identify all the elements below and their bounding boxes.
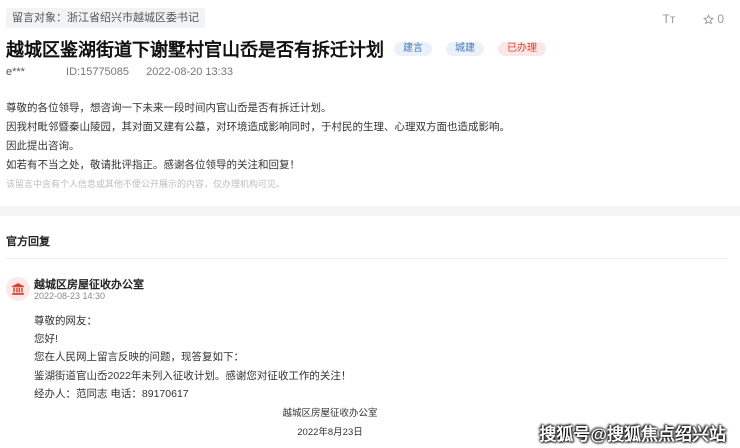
body-line: 如若有不当之处，敬请批评指正。感谢各位领导的关注和回复！ xyxy=(6,159,300,171)
watermark: 搜狐号@搜狐焦点绍兴站 xyxy=(539,425,726,444)
government-building-icon xyxy=(12,283,24,295)
reply-line: 经办人：范同志 电话：89170617 xyxy=(34,387,189,400)
message-id: ID:15775085 xyxy=(66,66,130,78)
message-card: 留言对象：浙江省绍兴市越城区委书记 Tт 0 越城区鉴湖街道下谢墅村官山岙是否有… xyxy=(0,0,740,206)
reply-signature-office: 越城区房屋征收办公室 xyxy=(282,408,378,419)
target-label: 留言对象： xyxy=(12,12,67,24)
tag-suggestion[interactable]: 建言 xyxy=(394,42,432,56)
message-title: 越城区鉴湖街道下谢墅村官山岙是否有拆迁计划 xyxy=(6,40,384,60)
title-row: 越城区鉴湖街道下谢墅村官山岙是否有拆迁计划 建言 城建 已办理 xyxy=(6,36,546,62)
font-size-button[interactable]: Tт xyxy=(662,12,675,26)
star-icon xyxy=(703,13,715,24)
favorite-button[interactable]: 0 xyxy=(703,12,724,26)
body-line: 尊敬的各位领导，想咨询一下未来一段时间内官山岙是否有拆迁计划。 xyxy=(6,102,332,114)
body-line: 因此提出咨询。 xyxy=(6,140,80,152)
reply-line: 您在人民网上留言反映的问题，现答复如下： xyxy=(34,351,244,364)
reply-office-name: 越城区房屋征收办公室 xyxy=(34,279,144,291)
tag-status: 已办理 xyxy=(498,42,546,56)
divider xyxy=(6,258,728,259)
avatar xyxy=(6,277,30,301)
font-size-icon: Tт xyxy=(662,12,676,26)
reply-body: 尊敬的网友： 您好! 您在人民网上留言反映的问题，现答复如下： 鉴湖街道官山岙2… xyxy=(34,312,351,403)
tag-construction[interactable]: 城建 xyxy=(446,42,484,56)
reply-line: 尊敬的网友： xyxy=(34,315,97,327)
reply-section-title: 官方回复 xyxy=(6,236,50,248)
message-date: 2022-08-20 13:33 xyxy=(146,66,233,78)
message-meta: e*** ID:15775085 2022-08-20 13:33 xyxy=(6,66,233,78)
message-target: 留言对象：浙江省绍兴市越城区委书记 xyxy=(6,8,205,28)
reply-line: 您好! xyxy=(34,333,58,346)
reply-line: 鉴湖街道官山岙2022年未列入征收计划。感谢您对征收工作的关注！ xyxy=(34,369,352,382)
target-value: 浙江省绍兴市越城区委书记 xyxy=(67,12,199,24)
favorite-count: 0 xyxy=(717,12,724,26)
author-name: e*** xyxy=(6,66,25,78)
message-body: 尊敬的各位领导，想咨询一下未来一段时间内官山岙是否有拆迁计划。 因我村毗邻暨秦山… xyxy=(6,99,510,175)
privacy-notice: 该留言中含有个人信息或其他不便公开展示的内容，仅办理机构可见。 xyxy=(6,179,286,189)
body-line: 因我村毗邻暨秦山陵园，其对面又建有公墓，对环境造成影响同时，于村民的生理、心理双… xyxy=(6,121,510,133)
reply-date: 2022-08-23 14:30 xyxy=(34,291,106,301)
toolbar: Tт 0 xyxy=(662,12,724,26)
